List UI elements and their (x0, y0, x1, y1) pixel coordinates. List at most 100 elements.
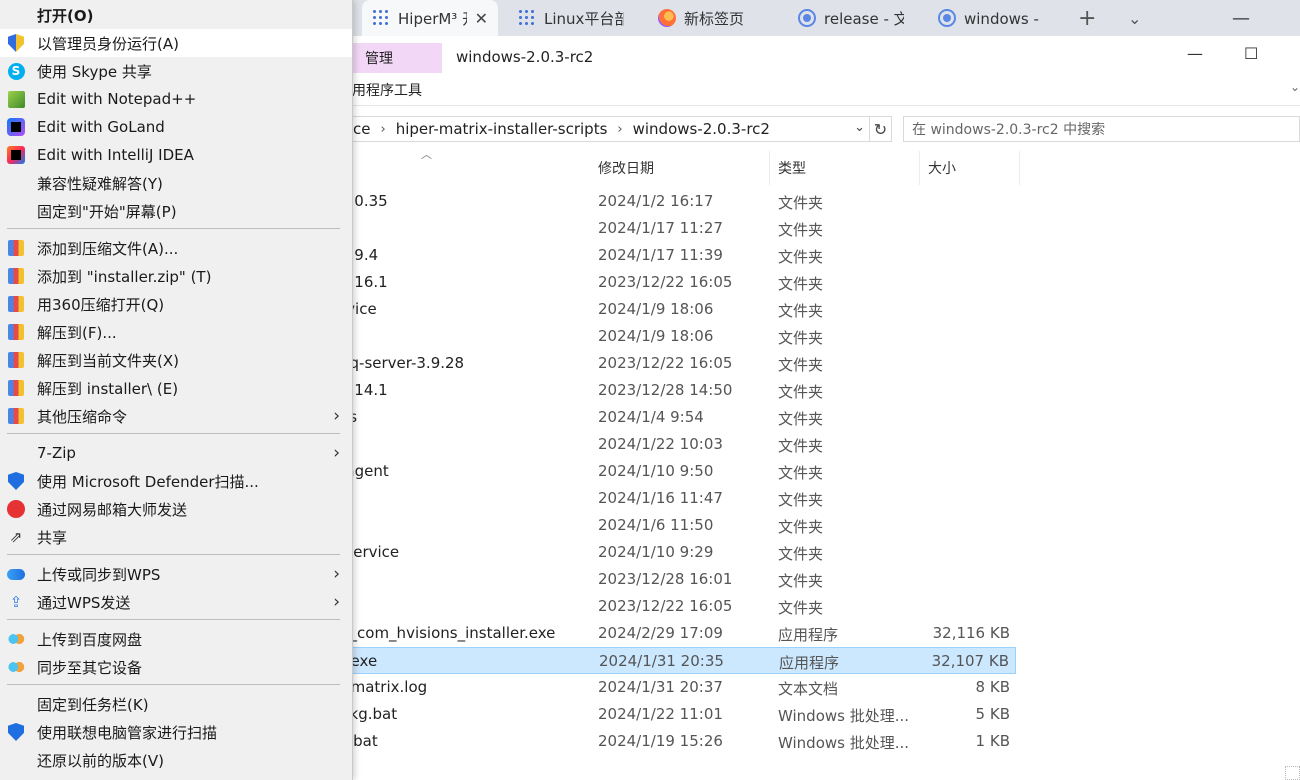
file-date: 2024/1/17 11:27 (598, 219, 723, 237)
new-tab-button[interactable]: + (1078, 0, 1096, 36)
menu-item[interactable]: 用360压缩打开(Q) (0, 290, 352, 318)
breadcrumb-item[interactable]: ce (353, 120, 370, 138)
menu-item[interactable]: 同步至其它设备 (0, 653, 352, 681)
file-row[interactable]: -agent 2024/1/10 9:50 文件夹 (340, 458, 1016, 485)
browser-tab-hiperm[interactable]: HiperM³ 开 ✕ (362, 0, 498, 36)
maximize-button[interactable]: ☐ (1244, 44, 1258, 63)
file-type: 文件夹 (778, 518, 824, 536)
file-row[interactable]: r-matrix.log 2024/1/31 20:37 文本文档 8 KB (340, 674, 1016, 701)
ribbon-tab-manage[interactable]: 管理 (352, 43, 442, 73)
menu-item[interactable]: 使用 Microsoft Defender扫描... (0, 467, 352, 495)
menu-item[interactable]: Edit with IntelliJ IDEA (0, 141, 352, 169)
file-row[interactable]: -service 2024/1/10 9:29 文件夹 (340, 539, 1016, 566)
winrar-icon (7, 323, 25, 341)
file-date: 2024/1/31 20:35 (599, 652, 724, 670)
file-type: 文件夹 (778, 437, 824, 455)
breadcrumb-item[interactable]: windows-2.0.3-rc2 (633, 120, 770, 138)
file-date: 2024/1/31 20:37 (598, 678, 723, 696)
menu-item[interactable]: 使用联想电脑管家进行扫描 (0, 718, 352, 746)
file-date: 2024/1/6 11:50 (598, 516, 714, 534)
menu-item[interactable]: 其他压缩命令 › (0, 402, 352, 430)
menu-item-label: 上传或同步到WPS (37, 565, 161, 584)
browser-tab-windows[interactable]: windows - 乡 (928, 0, 1064, 36)
breadcrumb-item[interactable]: hiper-matrix-installer-scripts (396, 120, 608, 138)
file-row[interactable]: 2024/1/22 10:03 文件夹 (340, 431, 1016, 458)
file-row[interactable]: 2024/1/17 11:27 文件夹 (340, 215, 1016, 242)
menu-item[interactable]: 解压到 installer\ (E) (0, 374, 352, 402)
address-bar[interactable]: ce › hiper-matrix-installer-scripts › wi… (352, 116, 870, 142)
file-type: 文件夹 (778, 572, 824, 590)
file-row[interactable]: 2024/1/6 11:50 文件夹 (340, 512, 1016, 539)
submenu-arrow-icon: › (333, 564, 340, 584)
firefox-icon (658, 9, 676, 27)
menu-item-label: Edit with GoLand (37, 118, 165, 136)
column-header-size[interactable]: 大小 (920, 151, 1020, 185)
file-row[interactable]: 2024/1/9 18:06 文件夹 (340, 323, 1016, 350)
menu-item[interactable]: ⇗ 共享 (0, 523, 352, 551)
file-type: 文件夹 (778, 410, 824, 428)
file-row[interactable]: 0.14.1 2023/12/28 14:50 文件夹 (340, 377, 1016, 404)
refresh-button[interactable]: ↻ (870, 116, 892, 142)
file-row[interactable]: f2023/12/28 16:01文件夹 (340, 566, 1016, 593)
browser-tab-newtab[interactable]: 新标签页 (648, 0, 784, 36)
share-icon: ⇗ (9, 528, 23, 546)
file-row[interactable]: r.exe 2024/1/31 20:35 应用程序 32,107 KB (340, 647, 1016, 674)
file-type: 文件夹 (778, 464, 824, 482)
menu-item[interactable]: 还原以前的版本(V) (0, 746, 352, 774)
file-date: 2023/12/22 16:05 (598, 273, 733, 291)
menu-item[interactable]: 固定到任务栏(K) (0, 690, 352, 718)
menu-item[interactable]: 添加到 "installer.zip" (T) (0, 262, 352, 290)
menu-item[interactable]: Edit with GoLand (0, 113, 352, 141)
close-icon[interactable]: ✕ (475, 9, 488, 28)
menu-item[interactable]: Edit with Notepad++ (0, 85, 352, 113)
winrar-icon (7, 267, 25, 285)
file-row[interactable]: 8.16.1 2023/12/22 16:05 文件夹 (340, 269, 1016, 296)
menu-item[interactable]: ⇪ 通过WPS发送 › (0, 588, 352, 616)
file-name: r-matrix.log (340, 678, 428, 696)
column-header-type[interactable]: 类型 (770, 151, 920, 185)
file-row[interactable]: nq-server-3.9.28 2023/12/22 16:05 文件夹 (340, 350, 1016, 377)
file-row[interactable]: 2024/1/16 11:47 文件夹 (340, 485, 1016, 512)
menu-item-label: 兼容性疑难解答(Y) (37, 174, 163, 193)
menu-item[interactable]: 打开(O) (0, 1, 352, 29)
file-date: 2024/1/22 10:03 (598, 435, 723, 453)
menu-item[interactable]: 通过网易邮箱大师发送 (0, 495, 352, 523)
menu-item[interactable]: 上传到百度网盘 (0, 625, 352, 653)
scrollbar-corner[interactable] (1285, 766, 1300, 780)
browser-tab-release[interactable]: release - 文 (788, 0, 924, 36)
file-type: 文件夹 (778, 302, 824, 320)
menu-item-label: Edit with Notepad++ (37, 90, 197, 108)
file-row[interactable]: 2023/12/22 16:05 文件夹 (340, 593, 1016, 620)
menu-item[interactable]: 兼容性疑难解答(Y) (0, 169, 352, 197)
file-row[interactable]: rvice 2024/1/9 18:06 文件夹 (340, 296, 1016, 323)
menu-item-label: Edit with IntelliJ IDEA (37, 146, 194, 164)
browser-tab-linux[interactable]: Linux平台部 (508, 0, 644, 36)
menu-item[interactable]: 以管理员身份运行(A) (0, 29, 352, 57)
breadcrumb-separator-icon: › (617, 121, 623, 137)
file-row[interactable]: ll.bat 2024/1/19 15:26 Windows 批处理... 1 KB (340, 728, 1016, 755)
tab-list-chevron-icon[interactable]: ⌄ (1128, 0, 1141, 36)
file-date: 2024/1/17 11:39 (598, 246, 723, 264)
menu-item[interactable]: 固定到"开始"屏幕(P) (0, 197, 352, 225)
file-row[interactable]: .19.4 2024/1/17 11:39 文件夹 (340, 242, 1016, 269)
menu-item[interactable]: 解压到(F)... (0, 318, 352, 346)
menu-item[interactable]: 7-Zip › (0, 439, 352, 467)
column-header-date[interactable]: 修改日期 (590, 151, 770, 185)
ribbon-expand-chevron-icon[interactable]: ⌄ (1290, 80, 1300, 94)
menu-item[interactable]: 上传或同步到WPS › (0, 560, 352, 588)
menu-item[interactable]: 添加到压缩文件(A)... (0, 234, 352, 262)
file-date: 2023/12/22 16:05 (598, 354, 733, 372)
browser-minimize-button[interactable]: — (1232, 0, 1250, 36)
file-row[interactable]: 3.0.35 2024/1/2 16:17 文件夹 (340, 188, 1016, 215)
address-dropdown-chevron-icon[interactable]: ⌄ (854, 120, 865, 135)
confluence-icon (798, 9, 816, 27)
minimize-button[interactable]: — (1187, 44, 1203, 63)
file-date: 2024/1/10 9:29 (598, 543, 714, 561)
search-input[interactable]: 在 windows-2.0.3-rc2 中搜索 (903, 116, 1300, 142)
breadcrumb-separator-icon: › (380, 121, 386, 137)
file-row[interactable]: es2024/1/4 9:54文件夹 (340, 404, 1016, 431)
menu-item[interactable]: S 使用 Skype 共享 (0, 57, 352, 85)
menu-item[interactable]: 解压到当前文件夹(X) (0, 346, 352, 374)
file-row[interactable]: pkg.bat 2024/1/22 11:01 Windows 批处理... 5 KB (340, 701, 1016, 728)
file-row[interactable]: d_com_hvisions_installer.exe 2024/2/29 17… (340, 620, 1016, 647)
